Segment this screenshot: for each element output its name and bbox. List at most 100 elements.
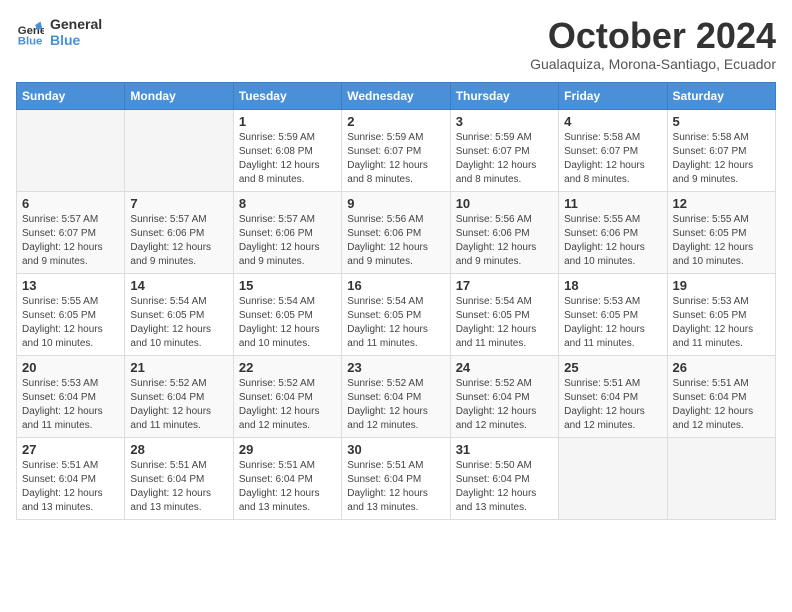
day-info: Sunrise: 5:57 AM Sunset: 6:07 PM Dayligh… <box>22 213 119 269</box>
header-tuesday: Tuesday <box>233 82 341 109</box>
logo-icon: General Blue <box>16 18 44 46</box>
page-header: General Blue General Blue October 2024 G… <box>16 16 776 72</box>
calendar-cell: 30Sunrise: 5:51 AM Sunset: 6:04 PM Dayli… <box>342 437 450 519</box>
day-number: 12 <box>673 196 770 211</box>
day-info: Sunrise: 5:54 AM Sunset: 6:05 PM Dayligh… <box>130 295 227 351</box>
calendar-cell: 26 Sunrise: 5:51 AM Sunset: 6:04 PM Dayli… <box>667 355 775 437</box>
calendar-cell: 16 Sunrise: 5:54 AM Sunset: 6:05 PM Dayli… <box>342 273 450 355</box>
day-number: 15 <box>239 278 336 293</box>
header-saturday: Saturday <box>667 82 775 109</box>
header-monday: Monday <box>125 82 233 109</box>
day-info: Sunrise: 5:54 AM Sunset: 6:05 PM Dayligh… <box>347 295 444 351</box>
day-number: 3 <box>456 114 553 129</box>
day-number: 24 <box>456 360 553 375</box>
day-number: 21 <box>130 360 227 375</box>
day-number: 9 <box>347 196 444 211</box>
header-sunday: Sunday <box>17 82 125 109</box>
day-info: Sunrise: 5:59 AM Sunset: 6:07 PM Dayligh… <box>347 131 444 187</box>
day-number: 27 <box>22 442 119 457</box>
calendar-table: SundayMondayTuesdayWednesdayThursdayFrid… <box>16 82 776 520</box>
day-info: Sunrise: 5:53 AM Sunset: 6:05 PM Dayligh… <box>673 295 770 351</box>
day-number: 11 <box>564 196 661 211</box>
day-number: 22 <box>239 360 336 375</box>
calendar-cell: 14 Sunrise: 5:54 AM Sunset: 6:05 PM Dayli… <box>125 273 233 355</box>
day-info: Sunrise: 5:52 AM Sunset: 6:04 PM Dayligh… <box>130 377 227 433</box>
day-number: 14 <box>130 278 227 293</box>
svg-text:Blue: Blue <box>18 35 43 46</box>
day-info: Sunrise: 5:57 AM Sunset: 6:06 PM Dayligh… <box>130 213 227 269</box>
calendar-cell: 28Sunrise: 5:51 AM Sunset: 6:04 PM Dayli… <box>125 437 233 519</box>
calendar-cell <box>125 109 233 191</box>
calendar-cell: 18Sunrise: 5:53 AM Sunset: 6:05 PM Dayli… <box>559 273 667 355</box>
logo-line2: Blue <box>50 32 102 48</box>
calendar-cell: 22 Sunrise: 5:52 AM Sunset: 6:04 PM Dayli… <box>233 355 341 437</box>
day-number: 18 <box>564 278 661 293</box>
day-info: Sunrise: 5:54 AM Sunset: 6:05 PM Dayligh… <box>239 295 336 351</box>
day-info: Sunrise: 5:51 AM Sunset: 6:04 PM Dayligh… <box>130 459 227 515</box>
day-number: 19 <box>673 278 770 293</box>
calendar-cell: 20 Sunrise: 5:53 AM Sunset: 6:04 PM Dayli… <box>17 355 125 437</box>
calendar-cell: 11Sunrise: 5:55 AM Sunset: 6:06 PM Dayli… <box>559 191 667 273</box>
month-title: October 2024 <box>530 16 776 56</box>
week-row-3: 13Sunrise: 5:55 AM Sunset: 6:05 PM Dayli… <box>17 273 776 355</box>
day-info: Sunrise: 5:55 AM Sunset: 6:05 PM Dayligh… <box>22 295 119 351</box>
day-info: Sunrise: 5:51 AM Sunset: 6:04 PM Dayligh… <box>22 459 119 515</box>
day-info: Sunrise: 5:58 AM Sunset: 6:07 PM Dayligh… <box>564 131 661 187</box>
calendar-cell: 31 Sunrise: 5:50 AM Sunset: 6:04 PM Dayli… <box>450 437 558 519</box>
day-info: Sunrise: 5:56 AM Sunset: 6:06 PM Dayligh… <box>347 213 444 269</box>
day-number: 6 <box>22 196 119 211</box>
calendar-cell: 17 Sunrise: 5:54 AM Sunset: 6:05 PM Dayli… <box>450 273 558 355</box>
day-number: 20 <box>22 360 119 375</box>
calendar-cell: 24 Sunrise: 5:52 AM Sunset: 6:04 PM Dayli… <box>450 355 558 437</box>
day-info: Sunrise: 5:51 AM Sunset: 6:04 PM Dayligh… <box>673 377 770 433</box>
header-thursday: Thursday <box>450 82 558 109</box>
calendar-cell: 1Sunrise: 5:59 AM Sunset: 6:08 PM Daylig… <box>233 109 341 191</box>
day-info: Sunrise: 5:54 AM Sunset: 6:05 PM Dayligh… <box>456 295 553 351</box>
day-number: 26 <box>673 360 770 375</box>
calendar-cell: 23Sunrise: 5:52 AM Sunset: 6:04 PM Dayli… <box>342 355 450 437</box>
header-wednesday: Wednesday <box>342 82 450 109</box>
calendar-cell: 13Sunrise: 5:55 AM Sunset: 6:05 PM Dayli… <box>17 273 125 355</box>
day-number: 17 <box>456 278 553 293</box>
day-info: Sunrise: 5:51 AM Sunset: 6:04 PM Dayligh… <box>239 459 336 515</box>
day-info: Sunrise: 5:53 AM Sunset: 6:04 PM Dayligh… <box>22 377 119 433</box>
calendar-cell <box>559 437 667 519</box>
week-row-2: 6 Sunrise: 5:57 AM Sunset: 6:07 PM Daylig… <box>17 191 776 273</box>
calendar-cell: 25Sunrise: 5:51 AM Sunset: 6:04 PM Dayli… <box>559 355 667 437</box>
day-number: 2 <box>347 114 444 129</box>
calendar-cell: 7 Sunrise: 5:57 AM Sunset: 6:06 PM Daylig… <box>125 191 233 273</box>
day-number: 23 <box>347 360 444 375</box>
day-number: 16 <box>347 278 444 293</box>
day-number: 25 <box>564 360 661 375</box>
day-number: 29 <box>239 442 336 457</box>
day-number: 31 <box>456 442 553 457</box>
day-info: Sunrise: 5:52 AM Sunset: 6:04 PM Dayligh… <box>239 377 336 433</box>
location-subtitle: Gualaquiza, Morona-Santiago, Ecuador <box>530 56 776 72</box>
calendar-cell: 4Sunrise: 5:58 AM Sunset: 6:07 PM Daylig… <box>559 109 667 191</box>
day-info: Sunrise: 5:56 AM Sunset: 6:06 PM Dayligh… <box>456 213 553 269</box>
calendar-cell: 27 Sunrise: 5:51 AM Sunset: 6:04 PM Dayli… <box>17 437 125 519</box>
day-number: 30 <box>347 442 444 457</box>
day-info: Sunrise: 5:55 AM Sunset: 6:05 PM Dayligh… <box>673 213 770 269</box>
calendar-cell: 29 Sunrise: 5:51 AM Sunset: 6:04 PM Dayli… <box>233 437 341 519</box>
calendar-body: 1Sunrise: 5:59 AM Sunset: 6:08 PM Daylig… <box>17 109 776 519</box>
day-info: Sunrise: 5:52 AM Sunset: 6:04 PM Dayligh… <box>456 377 553 433</box>
calendar-cell <box>17 109 125 191</box>
day-number: 5 <box>673 114 770 129</box>
title-block: October 2024 Gualaquiza, Morona-Santiago… <box>530 16 776 72</box>
calendar-cell: 9 Sunrise: 5:56 AM Sunset: 6:06 PM Daylig… <box>342 191 450 273</box>
header-friday: Friday <box>559 82 667 109</box>
calendar-cell: 6 Sunrise: 5:57 AM Sunset: 6:07 PM Daylig… <box>17 191 125 273</box>
logo-line1: General <box>50 16 102 32</box>
day-info: Sunrise: 5:50 AM Sunset: 6:04 PM Dayligh… <box>456 459 553 515</box>
week-row-4: 20 Sunrise: 5:53 AM Sunset: 6:04 PM Dayli… <box>17 355 776 437</box>
day-number: 7 <box>130 196 227 211</box>
calendar-cell: 15 Sunrise: 5:54 AM Sunset: 6:05 PM Dayli… <box>233 273 341 355</box>
day-number: 8 <box>239 196 336 211</box>
calendar-cell: 2 Sunrise: 5:59 AM Sunset: 6:07 PM Daylig… <box>342 109 450 191</box>
calendar-cell: 19 Sunrise: 5:53 AM Sunset: 6:05 PM Dayli… <box>667 273 775 355</box>
day-info: Sunrise: 5:59 AM Sunset: 6:07 PM Dayligh… <box>456 131 553 187</box>
day-info: Sunrise: 5:58 AM Sunset: 6:07 PM Dayligh… <box>673 131 770 187</box>
calendar-cell: 8Sunrise: 5:57 AM Sunset: 6:06 PM Daylig… <box>233 191 341 273</box>
calendar-cell: 12 Sunrise: 5:55 AM Sunset: 6:05 PM Dayli… <box>667 191 775 273</box>
